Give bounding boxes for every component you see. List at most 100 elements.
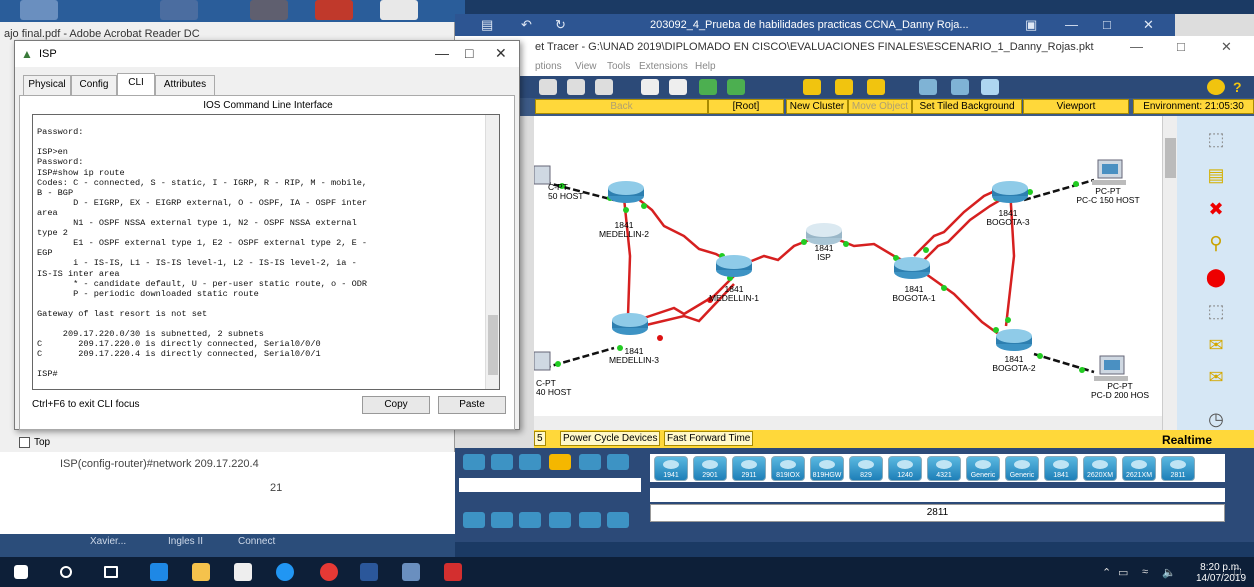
menu-view[interactable]: View	[575, 61, 597, 72]
menu-options[interactable]: ptions	[535, 61, 562, 72]
copy-icon[interactable]	[669, 79, 687, 95]
device-model-2621xm[interactable]: 2621XM	[1122, 456, 1156, 481]
minimize-icon[interactable]: —	[1130, 39, 1143, 54]
word-icon[interactable]	[360, 563, 378, 581]
tab-config[interactable]: Config	[71, 75, 117, 95]
redo-icon[interactable]: ↻	[555, 17, 566, 33]
ribbon-icon[interactable]: ▣	[1025, 17, 1037, 33]
switches-category-icon[interactable]	[491, 454, 513, 470]
volume-icon[interactable]: 🔈	[1162, 566, 1176, 579]
edge-icon[interactable]	[150, 563, 168, 581]
device-model-2901[interactable]: 2901	[693, 456, 727, 481]
chrome-icon[interactable]	[320, 563, 338, 581]
close-icon[interactable]: ✕	[1143, 17, 1154, 33]
save-icon[interactable]	[539, 79, 557, 95]
back-button[interactable]: Back	[535, 99, 708, 114]
ethernet-link[interactable]	[543, 346, 615, 370]
realtime-mode-tab[interactable]: Realtime	[1162, 433, 1212, 447]
zoom-reset-icon[interactable]	[835, 79, 853, 95]
desktop-shortcut-icon[interactable]	[315, 0, 353, 20]
device-model-1941[interactable]: 1941	[654, 456, 688, 481]
tab-physical[interactable]: Physical	[23, 75, 71, 95]
file-explorer-icon[interactable]	[192, 563, 210, 581]
router-subtype-icon[interactable]	[607, 512, 629, 528]
root-button[interactable]: [Root]	[708, 99, 784, 114]
fast-forward-button[interactable]: Fast Forward Time	[664, 431, 754, 446]
menu-tools[interactable]: Tools	[607, 61, 630, 72]
router-bogota-3[interactable]	[992, 181, 1028, 203]
serial-link[interactable]	[917, 190, 1015, 267]
canvas-horizontal-scrollbar[interactable]	[534, 416, 1162, 431]
power-cycle-button[interactable]: Power Cycle Devices	[560, 431, 661, 446]
terminal-scrollbar[interactable]	[485, 115, 499, 389]
draw-shape-icon[interactable]: ⬤	[1205, 266, 1227, 288]
undo-icon[interactable]	[699, 79, 717, 95]
palette-icon[interactable]	[919, 79, 937, 95]
desktop-shortcut-icon[interactable]	[250, 0, 288, 20]
search-icon[interactable]	[60, 566, 72, 578]
scrollbar-thumb[interactable]	[488, 315, 498, 375]
close-icon[interactable]: ✕	[495, 45, 507, 62]
undo-icon[interactable]: ↶	[521, 17, 532, 33]
delete-icon[interactable]: ✖	[1205, 198, 1227, 220]
router-isp[interactable]	[806, 223, 842, 245]
scrollbar-thumb[interactable]	[1165, 138, 1176, 178]
device-model-1841[interactable]: 1841	[1044, 456, 1078, 481]
pc-d-host[interactable]	[1094, 355, 1128, 381]
menu-extensions[interactable]: Extensions	[639, 61, 688, 72]
maximize-icon[interactable]: □	[1177, 39, 1185, 54]
viewport-button[interactable]: Viewport	[1023, 99, 1129, 114]
skype-icon[interactable]	[276, 563, 294, 581]
battery-icon[interactable]: ▭	[1118, 566, 1128, 579]
tab-cli[interactable]: CLI	[117, 73, 155, 95]
minimize-icon[interactable]: —	[435, 45, 449, 61]
hubs-category-icon[interactable]	[519, 454, 541, 470]
notifications-icon[interactable]: □	[1234, 566, 1241, 578]
topology-canvas[interactable]: 1841 MEDELLIN-2 1841 MEDELLIN-1 1841 MED…	[533, 116, 1162, 432]
device-model-2811[interactable]: 2811	[1161, 456, 1195, 481]
pc-left-bottom[interactable]	[533, 351, 551, 371]
network-info-icon[interactable]	[981, 79, 999, 95]
cli-terminal[interactable]: User Access Verification Password: ISP>e…	[32, 114, 500, 390]
copy-button[interactable]: Copy	[362, 396, 430, 414]
router-subtype-icon[interactable]	[549, 512, 571, 528]
move-object-button[interactable]: Move Object	[848, 99, 912, 114]
info-icon[interactable]	[1207, 79, 1225, 95]
bottom-item[interactable]: Ingles II	[168, 536, 203, 547]
device-model-829[interactable]: 829	[849, 456, 883, 481]
ethernet-link[interactable]	[1033, 352, 1095, 374]
device-model-2620xm[interactable]: 2620XM	[1083, 456, 1117, 481]
paste-button[interactable]: Paste	[438, 396, 506, 414]
device-model-generic[interactable]: Generic	[966, 456, 1000, 481]
wifi-icon[interactable]: ≈	[1142, 566, 1148, 578]
router-bogota-2[interactable]	[996, 329, 1032, 351]
maximize-icon[interactable]: □	[1103, 17, 1111, 32]
end-devices-category-icon[interactable]	[579, 454, 601, 470]
tray-chevron-icon[interactable]: ⌃	[1102, 566, 1111, 579]
tiled-background-button[interactable]: Set Tiled Background	[912, 99, 1022, 114]
connections-category-icon[interactable]	[549, 454, 571, 470]
router-medellin-3[interactable]	[612, 313, 648, 335]
close-icon[interactable]: ✕	[1221, 39, 1232, 55]
bottom-item[interactable]: Xavier...	[90, 536, 126, 547]
routers-category-icon[interactable]	[463, 454, 485, 470]
checkbox-box[interactable]	[19, 437, 30, 448]
custom-device-icon[interactable]	[951, 79, 969, 95]
edit-icon[interactable]	[595, 79, 613, 95]
windows-start-icon[interactable]	[14, 565, 28, 579]
zoom-out-icon[interactable]	[867, 79, 885, 95]
serial-link[interactable]	[925, 272, 1005, 340]
top-checkbox[interactable]: Top	[19, 437, 50, 448]
add-simple-pdu-icon[interactable]: ✉	[1205, 334, 1227, 356]
packet-tracer-icon[interactable]	[402, 563, 420, 581]
add-complex-pdu-icon[interactable]: ✉	[1205, 366, 1227, 388]
realtime-clock-icon[interactable]: ◷	[1205, 408, 1227, 430]
device-model-819hgw[interactable]: 819HGW	[810, 456, 844, 481]
pc-c-host[interactable]	[1092, 159, 1126, 185]
device-model-2911[interactable]: 2911	[732, 456, 766, 481]
router-medellin-2[interactable]	[608, 181, 644, 203]
router-medellin-1[interactable]	[716, 255, 752, 277]
environment-button[interactable]: Environment: 21:05:30	[1133, 99, 1254, 114]
router-bogota-1[interactable]	[894, 257, 930, 279]
acrobat-icon[interactable]	[444, 563, 462, 581]
